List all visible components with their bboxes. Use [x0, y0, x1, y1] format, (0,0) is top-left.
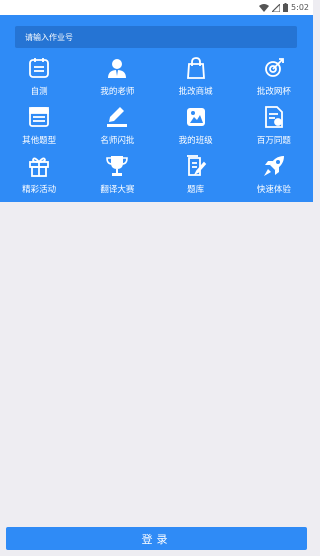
- shopping-bag-icon: [183, 55, 209, 81]
- target-icon: [261, 55, 287, 81]
- gift-icon: [26, 153, 52, 179]
- battery-icon: [283, 3, 289, 12]
- trophy-icon: [104, 153, 130, 179]
- window-icon: [26, 104, 52, 130]
- search-input[interactable]: 请输入作业号: [15, 26, 297, 48]
- grid-item-label: 翻译大赛: [100, 185, 135, 195]
- grid-item-label: 其他题型: [22, 136, 57, 146]
- grid-item-question-bank[interactable]: 题库: [157, 151, 235, 200]
- grid-item-label: 百万同题: [256, 136, 291, 146]
- grid-item-label: 精彩活动: [22, 185, 57, 195]
- grid-item-label: 名师闪批: [100, 136, 135, 146]
- rocket-icon: [261, 153, 287, 179]
- header-panel: 请输入作业号 自测 我的老师 批改商城 批改网杯 其他题型 名师闪批 我的班级 …: [0, 15, 313, 202]
- status-time: 5:02: [291, 3, 309, 12]
- grid-item-cup[interactable]: 批改网杯: [235, 53, 313, 102]
- wifi-icon: [259, 3, 270, 12]
- document-icon: [261, 104, 287, 130]
- grid-item-my-teacher[interactable]: 我的老师: [78, 53, 156, 102]
- grid-item-my-class[interactable]: 我的班级: [157, 102, 235, 151]
- calendar-icon: [26, 55, 52, 81]
- login-button[interactable]: 登录: [6, 527, 307, 550]
- grid-item-label: 我的老师: [100, 87, 135, 97]
- grid-item-quick-experience[interactable]: 快速体验: [235, 151, 313, 200]
- status-bar: 5:02: [0, 0, 313, 15]
- grid-item-label: 快速体验: [256, 185, 291, 195]
- feature-grid: 自测 我的老师 批改商城 批改网杯 其他题型 名师闪批 我的班级 百万同题 精彩…: [0, 53, 313, 200]
- edit-list-icon: [183, 153, 209, 179]
- grid-item-other-types[interactable]: 其他题型: [0, 102, 78, 151]
- grid-item-label: 我的班级: [178, 136, 213, 146]
- grid-item-label: 批改商城: [178, 87, 213, 97]
- pen-icon: [104, 104, 130, 130]
- grid-item-label: 自测: [30, 87, 48, 97]
- grid-item-self-test[interactable]: 自测: [0, 53, 78, 102]
- grid-item-label: 批改网杯: [256, 87, 291, 97]
- class-icon: [183, 104, 209, 130]
- teacher-icon: [104, 55, 130, 81]
- signal-icon: [272, 3, 281, 12]
- grid-item-quick-grade[interactable]: 名师闪批: [78, 102, 156, 151]
- grid-item-events[interactable]: 精彩活动: [0, 151, 78, 200]
- status-icons: 5:02: [259, 1, 309, 14]
- search-placeholder: 请输入作业号: [25, 32, 73, 42]
- grid-item-translation-contest[interactable]: 翻译大赛: [78, 151, 156, 200]
- grid-item-shop[interactable]: 批改商城: [157, 53, 235, 102]
- grid-item-label: 题库: [187, 185, 205, 195]
- grid-item-million-same[interactable]: 百万同题: [235, 102, 313, 151]
